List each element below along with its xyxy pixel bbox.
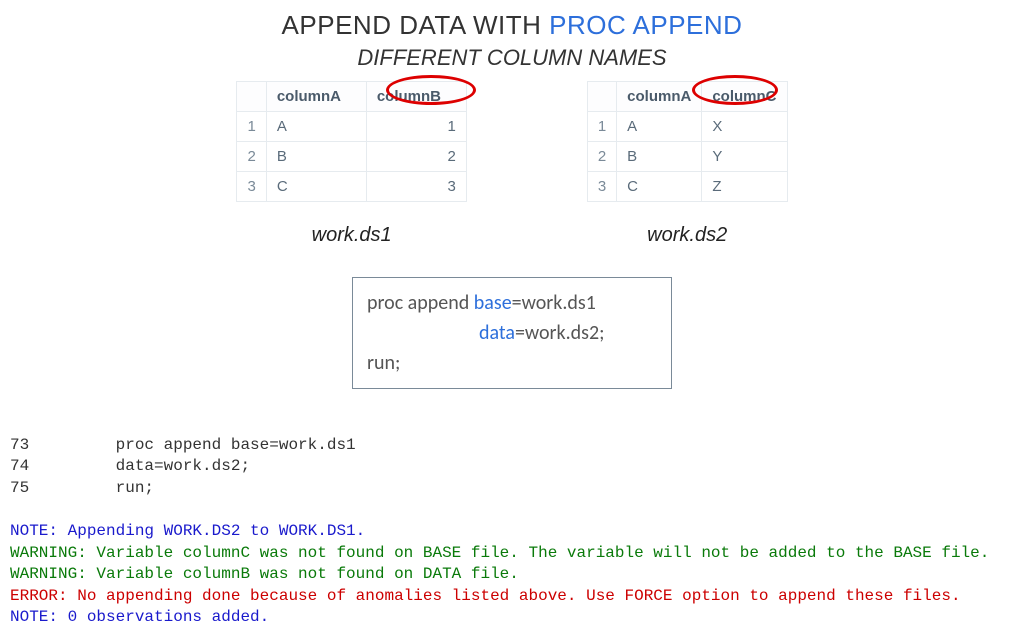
cell: Y [702, 142, 787, 172]
log-warning: WARNING: Variable columnB was not found … [10, 565, 519, 583]
row-number: 1 [587, 112, 616, 142]
title-prefix: APPEND DATA WITH [282, 10, 550, 40]
code-text: =work.ds1 [512, 291, 596, 315]
title-keyword: PROC APPEND [549, 10, 742, 40]
dataset-1: columnA columnB 1 A 1 2 B 2 3 C 3 work.d… [236, 81, 466, 247]
code-text: proc append [367, 291, 474, 315]
col-header: columnA [266, 82, 366, 112]
dataset-2: columnA columnC 1 A X 2 B Y 3 C Z work.d… [587, 81, 788, 247]
cell: B [266, 142, 366, 172]
log-warning: WARNING: Variable columnC was not found … [10, 544, 989, 562]
table-header-row: columnA columnB [237, 82, 466, 112]
table-caption: work.ds1 [312, 224, 392, 247]
tables-row: columnA columnB 1 A 1 2 B 2 3 C 3 work.d… [10, 81, 1014, 247]
log-line: 73 proc append base=work.ds1 [10, 436, 356, 454]
table-row: 1 A 1 [237, 112, 466, 142]
row-number: 1 [237, 112, 266, 142]
cell: A [266, 112, 366, 142]
row-number: 3 [587, 172, 616, 202]
cell: 1 [366, 112, 466, 142]
row-number: 2 [587, 142, 616, 172]
log-note: NOTE: Appending WORK.DS2 to WORK.DS1. [10, 522, 365, 540]
code-line: data=work.ds2; [367, 318, 657, 348]
cell: C [266, 172, 366, 202]
cell: C [617, 172, 702, 202]
table-caption: work.ds2 [647, 224, 727, 247]
cell: B [617, 142, 702, 172]
cell: Z [702, 172, 787, 202]
code-keyword: base [474, 291, 512, 315]
cell: A [617, 112, 702, 142]
col-header: columnB [366, 82, 466, 112]
log-error: ERROR: No appending done because of anom… [10, 587, 961, 605]
code-line: run; [367, 348, 657, 378]
title-line-1: APPEND DATA WITH PROC APPEND [10, 10, 1014, 41]
sas-code-box: proc append base=work.ds1 data=work.ds2;… [352, 277, 672, 389]
slide-title: APPEND DATA WITH PROC APPEND DIFFERENT C… [10, 10, 1014, 71]
corner-cell [237, 82, 266, 112]
table-row: 2 B 2 [237, 142, 466, 172]
table-ds2: columnA columnC 1 A X 2 B Y 3 C Z [587, 81, 788, 202]
table-row: 3 C Z [587, 172, 787, 202]
table-ds1: columnA columnB 1 A 1 2 B 2 3 C 3 [236, 81, 466, 202]
cell: 2 [366, 142, 466, 172]
table-row: 3 C 3 [237, 172, 466, 202]
title-line-2: DIFFERENT COLUMN NAMES [10, 45, 1014, 71]
col-header: columnC [702, 82, 787, 112]
code-keyword: data [479, 321, 515, 345]
log-line: 74 data=work.ds2; [10, 457, 250, 475]
cell: 3 [366, 172, 466, 202]
log-note: NOTE: 0 observations added. [10, 608, 269, 626]
sas-log-output: 73 proc append base=work.ds1 74 data=wor… [10, 413, 1014, 629]
log-line: 75 run; [10, 479, 154, 497]
cell: X [702, 112, 787, 142]
table-row: 2 B Y [587, 142, 787, 172]
table-row: 1 A X [587, 112, 787, 142]
col-header: columnA [617, 82, 702, 112]
code-line: proc append base=work.ds1 [367, 288, 657, 318]
row-number: 3 [237, 172, 266, 202]
corner-cell [587, 82, 616, 112]
row-number: 2 [237, 142, 266, 172]
table-header-row: columnA columnC [587, 82, 787, 112]
code-text: =work.ds2; [515, 321, 605, 345]
